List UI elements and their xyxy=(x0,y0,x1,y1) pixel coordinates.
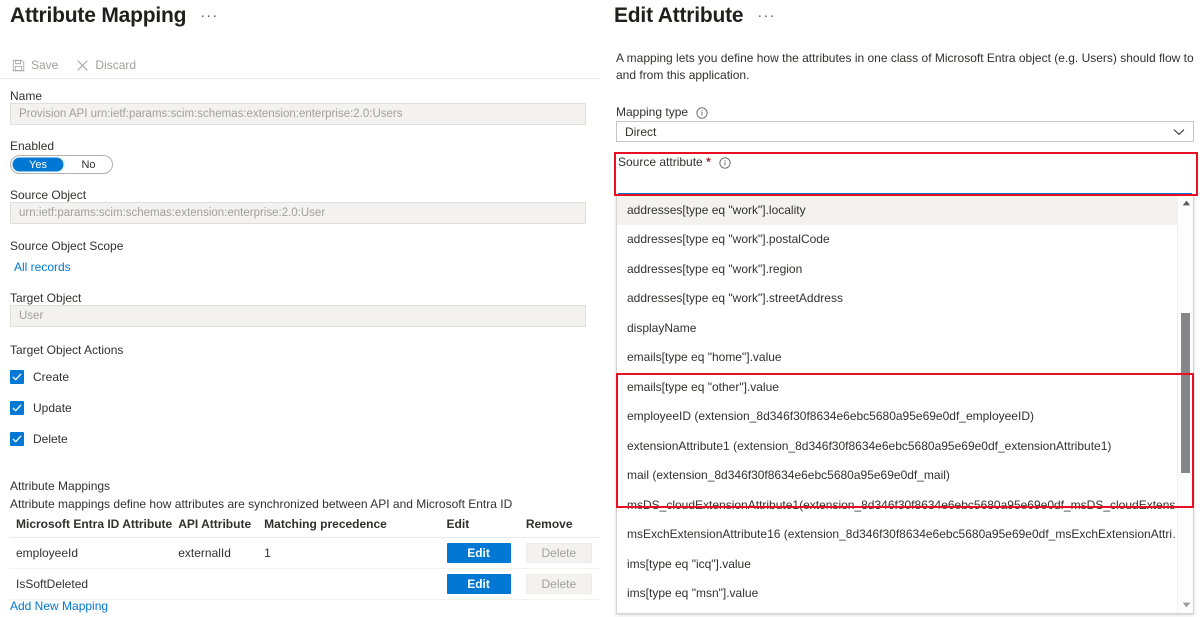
delete-button[interactable]: Delete xyxy=(526,574,592,594)
attribute-mappings-table: Microsoft Entra ID Attribute API Attribu… xyxy=(10,514,600,600)
right-panel-header: Edit Attribute ··· xyxy=(614,4,775,28)
delete-button[interactable]: Delete xyxy=(526,543,592,563)
all-records-link[interactable]: All records xyxy=(14,260,71,274)
chevron-down-icon xyxy=(1173,125,1185,139)
enabled-toggle[interactable]: Yes No xyxy=(10,155,113,174)
enabled-toggle-yes[interactable]: Yes xyxy=(11,156,65,173)
dropdown-option[interactable]: addresses[type eq "work"].streetAddress xyxy=(617,284,1177,314)
source-object-input[interactable] xyxy=(10,202,586,224)
attribute-mapping-panel: Attribute Mapping ··· Save Discard Name … xyxy=(0,0,600,617)
dropdown-option[interactable]: addresses[type eq "work"].region xyxy=(617,254,1177,284)
checkbox-update[interactable]: Update xyxy=(10,401,72,415)
dropdown-option[interactable]: ims[type eq "icq"].value xyxy=(617,549,1177,579)
enabled-label: Enabled xyxy=(10,139,54,153)
dropdown-option[interactable]: emails[type eq "other"].value xyxy=(617,372,1177,402)
cell-entra-attribute: employeeId xyxy=(10,538,172,569)
cell-remove: Delete xyxy=(520,569,600,600)
info-icon[interactable] xyxy=(696,107,708,119)
close-icon xyxy=(76,59,89,72)
edit-attribute-description: A mapping lets you define how the attrib… xyxy=(616,50,1194,84)
scroll-down-arrow-icon[interactable] xyxy=(1178,597,1194,613)
target-object-actions-label: Target Object Actions xyxy=(10,343,123,357)
dropdown-option[interactable]: ims[type eq "msn"].value xyxy=(617,579,1177,609)
discard-button[interactable]: Discard xyxy=(76,58,136,72)
table-row: employeeId externalId 1 Edit Delete xyxy=(10,538,600,569)
target-object-label: Target Object xyxy=(10,291,81,305)
column-header-entra-attribute: Microsoft Entra ID Attribute xyxy=(10,514,172,538)
target-object-input[interactable] xyxy=(10,305,586,327)
column-header-edit: Edit xyxy=(441,514,520,538)
checkbox-delete-label: Delete xyxy=(33,432,68,446)
command-bar-divider xyxy=(0,78,600,79)
check-icon xyxy=(10,432,24,446)
checkbox-delete[interactable]: Delete xyxy=(10,432,68,446)
edit-button[interactable]: Edit xyxy=(447,574,511,594)
name-input[interactable] xyxy=(10,103,586,125)
dropdown-option[interactable]: emails[type eq "home"].value xyxy=(617,343,1177,373)
page-title: Attribute Mapping xyxy=(10,4,186,28)
cell-edit: Edit xyxy=(441,569,520,600)
source-attribute-label-text: Source attribute xyxy=(618,155,703,169)
scroll-up-arrow-icon[interactable] xyxy=(1178,195,1194,211)
mapping-type-select[interactable]: Direct xyxy=(616,121,1194,142)
attribute-mappings-description: Attribute mappings define how attributes… xyxy=(10,497,512,511)
column-header-matching-precedence: Matching precedence xyxy=(258,514,440,538)
dropdown-option[interactable]: msExchExtensionAttribute16 (extension_8d… xyxy=(617,520,1177,550)
name-label: Name xyxy=(10,89,42,103)
save-icon xyxy=(12,59,25,72)
checkbox-create[interactable]: Create xyxy=(10,370,69,384)
add-new-mapping-link[interactable]: Add New Mapping xyxy=(10,599,108,613)
source-object-label: Source Object xyxy=(10,188,86,202)
checkbox-update-label: Update xyxy=(33,401,72,415)
dropdown-option[interactable]: addresses[type eq "work"].postalCode xyxy=(617,225,1177,255)
attribute-mappings-heading: Attribute Mappings xyxy=(10,479,110,493)
dropdown-option[interactable]: ims[type eq "qq"].value xyxy=(617,608,1177,614)
scrollbar-thumb[interactable] xyxy=(1181,313,1190,473)
dropdown-option-list[interactable]: addresses[type eq "work"].localityaddres… xyxy=(617,195,1177,613)
table-header-row: Microsoft Entra ID Attribute API Attribu… xyxy=(10,514,600,538)
dropdown-option[interactable]: displayName xyxy=(617,313,1177,343)
cell-entra-attribute: IsSoftDeleted xyxy=(10,569,172,600)
dropdown-option[interactable]: employeeID (extension_8d346f30f8634e6ebc… xyxy=(617,402,1177,432)
command-bar: Save Discard xyxy=(12,55,136,75)
cell-api-attribute xyxy=(172,569,258,600)
check-icon xyxy=(10,370,24,384)
mapping-type-label-text: Mapping type xyxy=(616,105,688,119)
cell-api-attribute: externalId xyxy=(172,538,258,569)
dropdown-option[interactable]: mail (extension_8d346f30f8634e6ebc5680a9… xyxy=(617,461,1177,491)
overflow-menu-icon[interactable]: ··· xyxy=(757,11,775,21)
table-row: IsSoftDeleted Edit Delete xyxy=(10,569,600,600)
save-button-label: Save xyxy=(31,58,58,72)
column-header-api-attribute: API Attribute xyxy=(172,514,258,538)
source-attribute-label: Source attribute * xyxy=(618,155,731,169)
column-header-remove: Remove xyxy=(520,514,600,538)
save-button[interactable]: Save xyxy=(12,58,58,72)
cell-matching-precedence xyxy=(258,569,440,600)
discard-button-label: Discard xyxy=(95,58,136,72)
overflow-menu-icon[interactable]: ··· xyxy=(200,11,218,21)
cell-edit: Edit xyxy=(441,538,520,569)
required-marker: * xyxy=(706,155,711,169)
check-icon xyxy=(10,401,24,415)
source-object-scope-label: Source Object Scope xyxy=(10,239,123,253)
dropdown-scrollbar[interactable] xyxy=(1177,195,1193,613)
left-panel-header: Attribute Mapping ··· xyxy=(10,4,218,28)
screenshot-root: Attribute Mapping ··· Save Discard Name … xyxy=(0,0,1200,617)
mapping-type-label: Mapping type xyxy=(616,105,708,119)
source-attribute-dropdown[interactable]: addresses[type eq "work"].localityaddres… xyxy=(616,194,1194,614)
checkbox-create-label: Create xyxy=(33,370,69,384)
edit-button[interactable]: Edit xyxy=(447,543,511,563)
cell-remove: Delete xyxy=(520,538,600,569)
enabled-toggle-no[interactable]: No xyxy=(65,159,112,171)
edit-attribute-title: Edit Attribute xyxy=(614,4,743,28)
dropdown-option[interactable]: addresses[type eq "work"].locality xyxy=(617,195,1177,225)
cell-matching-precedence: 1 xyxy=(258,538,440,569)
info-icon[interactable] xyxy=(719,157,731,169)
dropdown-option[interactable]: extensionAttribute1 (extension_8d346f30f… xyxy=(617,431,1177,461)
mapping-type-value: Direct xyxy=(625,125,656,139)
dropdown-option[interactable]: msDS_cloudExtensionAttribute1(extension_… xyxy=(617,490,1177,520)
